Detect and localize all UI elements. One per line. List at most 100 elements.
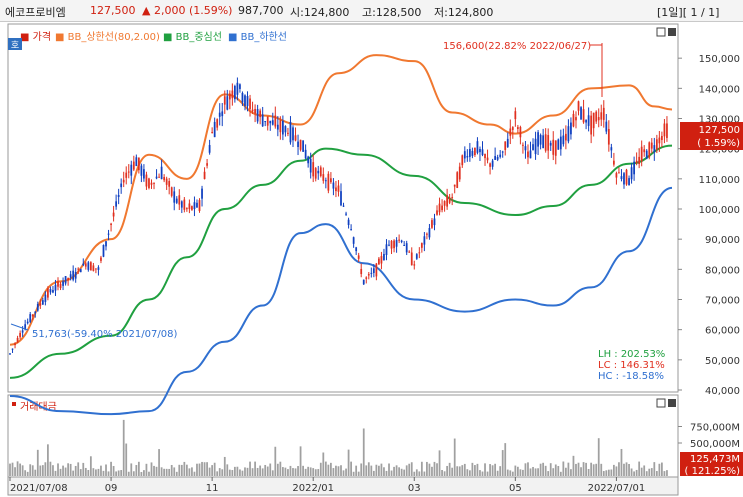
- candle-body: [653, 145, 656, 153]
- volume-bar: [64, 467, 67, 476]
- volume-bar: [203, 462, 206, 476]
- candle-body: [547, 135, 550, 151]
- volume-bar: [504, 443, 507, 476]
- candle-body: [233, 86, 236, 100]
- candle-body: [102, 244, 105, 257]
- volume-bar: [173, 467, 176, 476]
- candle-body: [395, 240, 398, 247]
- volume-bar: [206, 462, 208, 476]
- volume-bar: [322, 452, 325, 476]
- candle-body: [446, 195, 449, 207]
- volume-bar: [211, 465, 214, 476]
- volume-bar: [105, 464, 107, 476]
- volume-bar: [524, 463, 527, 476]
- candle-body: [501, 151, 504, 153]
- volume-bar: [600, 463, 603, 476]
- candle-body: [610, 147, 613, 151]
- candle-body: [542, 135, 545, 149]
- candle-body: [413, 264, 416, 266]
- candle-body: [31, 314, 34, 317]
- volume-bar: [400, 468, 403, 476]
- volume-bar: [307, 466, 310, 476]
- volume-bar: [201, 461, 203, 476]
- candle-body: [544, 134, 547, 151]
- candle-body: [661, 135, 663, 140]
- candle-body: [630, 167, 633, 180]
- candle-body: [352, 237, 355, 244]
- candle-body: [491, 160, 494, 167]
- candle-body: [347, 219, 350, 225]
- volume-bar: [89, 456, 92, 476]
- volume-bar: [383, 467, 385, 476]
- candle-body: [41, 300, 44, 305]
- volume-bar: [529, 468, 532, 476]
- candle-body: [559, 136, 562, 150]
- candle-body: [244, 95, 246, 106]
- volume-bar: [613, 464, 615, 476]
- volume-bar: [39, 465, 42, 476]
- candle-body: [264, 121, 267, 123]
- candle-body: [388, 244, 390, 246]
- candle-body: [127, 171, 130, 173]
- volume-bar: [304, 468, 307, 476]
- volume-bar: [54, 470, 57, 476]
- candle-body: [218, 112, 221, 117]
- candle-body: [415, 254, 418, 259]
- candle-body: [532, 144, 534, 150]
- volume-bar: [52, 465, 54, 476]
- volume-bar: [84, 467, 87, 476]
- candle-body: [350, 229, 352, 231]
- volume-bar: [314, 469, 317, 476]
- volume-bar: [527, 462, 529, 476]
- volume-bar: [605, 470, 608, 476]
- candle-body: [259, 110, 262, 118]
- volume-bars: [9, 419, 668, 476]
- volume-bar: [559, 471, 562, 476]
- hc-stat: HC : -18.58%: [598, 371, 664, 382]
- volume-bar: [67, 463, 69, 476]
- y-tick-label: 50,000: [705, 356, 740, 367]
- candle-body: [423, 236, 426, 245]
- candle-body: [496, 156, 499, 160]
- volume-bar: [542, 462, 545, 476]
- volume-bar: [143, 470, 145, 476]
- restore-icon[interactable]: [656, 398, 666, 408]
- maximize-icon[interactable]: [668, 28, 676, 36]
- volume-bar: [577, 462, 580, 476]
- maximize-icon[interactable]: [668, 399, 676, 407]
- y-tick-label: 100,000: [699, 205, 740, 216]
- volume-bar: [153, 465, 155, 476]
- candle-body: [143, 169, 145, 179]
- volume-bar: [241, 470, 244, 476]
- candle-body: [178, 195, 181, 205]
- candle-body: [148, 178, 150, 189]
- candle-body: [307, 156, 310, 164]
- volume-bar: [466, 469, 469, 476]
- candle-body: [481, 149, 484, 156]
- y-tick-label: 60,000: [705, 326, 740, 337]
- volume-bar: [372, 470, 375, 476]
- candle-body: [72, 270, 75, 280]
- volume-y-axis: 500,000M 750,000M: [678, 423, 740, 450]
- candle-body: [95, 268, 97, 270]
- candle-body: [294, 135, 297, 141]
- volume-bar: [193, 471, 196, 476]
- volume-bar: [532, 466, 534, 476]
- volume-bar: [327, 464, 330, 476]
- candle-body: [575, 117, 577, 121]
- volume-bar: [367, 462, 370, 476]
- volume-bar: [663, 471, 666, 476]
- candle-body: [383, 253, 385, 261]
- volume-bar: [592, 464, 595, 476]
- volume-bar: [31, 465, 34, 476]
- candle-body: [605, 121, 608, 132]
- volume-bar: [582, 462, 585, 476]
- volume-bar: [415, 469, 418, 476]
- restore-icon[interactable]: [656, 27, 666, 37]
- volume-bar: [74, 465, 77, 476]
- candle-body: [476, 141, 479, 153]
- candle-body: [355, 247, 358, 252]
- volume-bar: [643, 465, 646, 476]
- candle-body: [82, 263, 85, 266]
- volume-bar: [572, 455, 575, 476]
